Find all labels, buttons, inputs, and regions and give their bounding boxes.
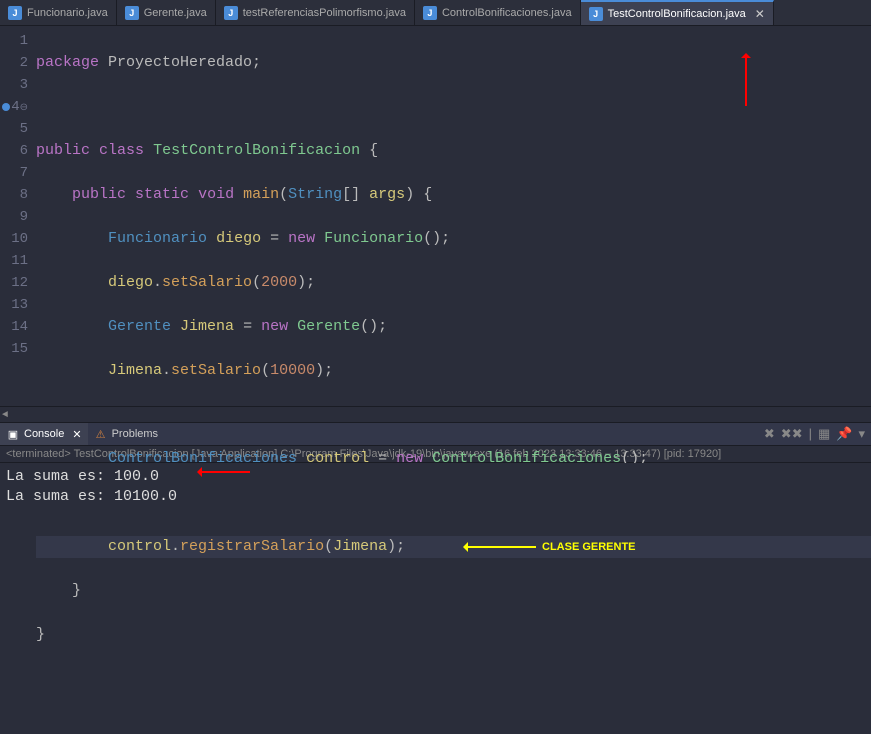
java-file-icon: J	[125, 6, 139, 20]
tab-controlbonif[interactable]: J ControlBonificaciones.java	[415, 0, 581, 25]
java-file-icon: J	[589, 7, 603, 21]
annotation-yellow-arrow: CLASE GERENTE	[466, 536, 636, 558]
tab-label: testReferenciasPolimorfismo.java	[243, 7, 406, 19]
console-icon: ▣	[6, 427, 20, 441]
console-line: La suma es: 10100.0	[6, 487, 865, 507]
tab-funcionario[interactable]: J Funcionario.java	[0, 0, 117, 25]
tab-label: Funcionario.java	[27, 7, 108, 19]
console-line: La suma es: 100.0	[6, 467, 865, 487]
tab-label: Gerente.java	[144, 7, 207, 19]
horizontal-scrollbar[interactable]: ◄	[0, 406, 871, 422]
java-file-icon: J	[8, 6, 22, 20]
java-file-icon: J	[423, 6, 437, 20]
scroll-left-icon[interactable]: ◄	[2, 410, 12, 420]
close-icon[interactable]: ✕	[755, 7, 765, 21]
code-editor[interactable]: 1 2 3 4⊖ 5 6 7 8 9 10 11 12 13 14 15 pac…	[0, 26, 871, 406]
code-content[interactable]: package ProyectoHeredado; public class T…	[36, 26, 871, 406]
editor-tabs: J Funcionario.java J Gerente.java J test…	[0, 0, 871, 26]
annotation-red-arrow-console	[200, 471, 250, 473]
tab-label: ControlBonificaciones.java	[442, 7, 572, 19]
tab-testreferencias[interactable]: J testReferenciasPolimorfismo.java	[216, 0, 415, 25]
line-gutter: 1 2 3 4⊖ 5 6 7 8 9 10 11 12 13 14 15	[0, 26, 36, 406]
tab-testcontrolbonif[interactable]: J TestControlBonificacion.java ✕	[581, 0, 774, 25]
java-file-icon: J	[224, 6, 238, 20]
tab-label: TestControlBonificacion.java	[608, 8, 746, 20]
console-output[interactable]: La suma es: 100.0 La suma es: 10100.0	[0, 463, 871, 519]
tab-gerente[interactable]: J Gerente.java	[117, 0, 216, 25]
breakpoint-marker[interactable]	[2, 103, 10, 111]
